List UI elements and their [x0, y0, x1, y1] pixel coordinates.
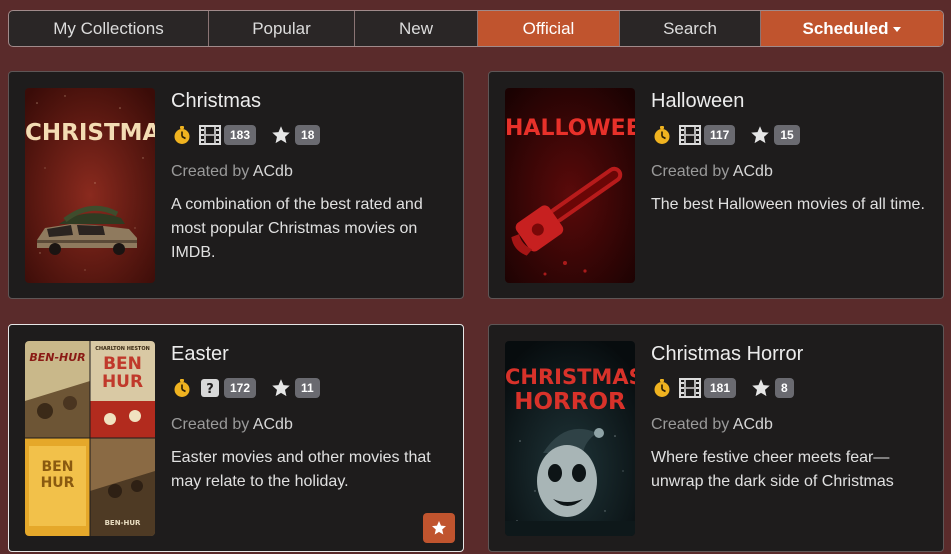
creator-name[interactable]: ACdb	[253, 416, 293, 433]
collection-stats: 117 15	[651, 123, 929, 147]
star-icon[interactable]	[750, 377, 772, 399]
film-icon[interactable]	[679, 124, 701, 146]
created-by: Created by ACdb	[651, 416, 773, 433]
collection-title[interactable]: Easter	[171, 341, 449, 367]
collection-tabs: My Collections Popular New Official Sear…	[8, 10, 944, 47]
film-icon[interactable]	[199, 124, 221, 146]
movie-count-badge: 172	[224, 378, 257, 398]
collection-description: Where festive cheer meets fear—unwrap th…	[651, 449, 894, 490]
poster-halloween[interactable]: HALLOWEEN	[505, 88, 635, 283]
poster-easter-title-bl: BEN HUR	[40, 459, 75, 491]
creator-name[interactable]: ACdb	[733, 163, 773, 180]
caret-down-icon	[893, 27, 902, 32]
poster-christmas-horror-title-2: HORROR	[514, 389, 626, 415]
question-icon[interactable]: ?	[199, 377, 221, 399]
poster-christmas-horror[interactable]: CHRISTMAS HORROR	[505, 341, 635, 536]
collection-card-christmas-horror[interactable]: CHRISTMAS HORROR Christmas Horror 181 8 …	[488, 324, 944, 552]
collection-stats: 183 18	[171, 123, 449, 147]
star-icon[interactable]	[270, 124, 292, 146]
star-icon	[432, 521, 446, 535]
poster-easter[interactable]: BEN-HUR CHARLTON HESTON BEN HUR BEN HUR …	[25, 341, 155, 536]
poster-halloween-title: HALLOWEEN	[505, 116, 635, 141]
collection-card-halloween[interactable]: HALLOWEEN Halloween 117 15 Created by AC…	[488, 71, 944, 299]
stopwatch-icon[interactable]	[171, 377, 193, 399]
favorite-button[interactable]	[423, 513, 455, 543]
poster-christmas-horror-title-1: CHRISTMAS	[505, 365, 635, 389]
star-count-badge: 11	[295, 378, 320, 398]
collection-description: The best Halloween movies of all time.	[651, 196, 925, 213]
tab-scheduled-label: Scheduled	[802, 18, 889, 38]
poster-easter-title-tl: BEN-HUR	[29, 351, 86, 364]
poster-easter-title-br: BEN-HUR	[104, 519, 141, 527]
stopwatch-icon[interactable]	[651, 124, 673, 146]
collection-stats: 181 8	[651, 376, 929, 400]
star-count-badge: 15	[774, 125, 800, 145]
star-icon[interactable]	[749, 124, 771, 146]
poster-easter-credit: CHARLTON HESTON	[95, 346, 150, 352]
creator-name[interactable]: ACdb	[733, 416, 773, 433]
movie-count-badge: 181	[704, 378, 737, 398]
movie-count-badge: 117	[704, 125, 736, 145]
movie-count-badge: 183	[224, 125, 257, 145]
tab-scheduled-dropdown[interactable]: Scheduled	[761, 11, 943, 46]
tab-popular[interactable]: Popular	[209, 11, 355, 46]
tab-official[interactable]: Official	[478, 11, 620, 46]
star-icon[interactable]	[270, 377, 292, 399]
poster-easter-title-tr: BEN HUR	[101, 354, 144, 392]
creator-name[interactable]: ACdb	[253, 163, 293, 180]
collection-card-christmas[interactable]: CHRISTMAS Christmas 183 18 Created by AC…	[8, 71, 464, 299]
created-by: Created by ACdb	[171, 416, 293, 433]
tab-new[interactable]: New	[355, 11, 478, 46]
poster-christmas-title: CHRISTMAS	[25, 120, 155, 146]
stopwatch-icon[interactable]	[651, 377, 673, 399]
svg-text:?: ?	[206, 382, 214, 397]
collection-description: A combination of the best rated and most…	[171, 196, 423, 261]
collection-card-easter[interactable]: BEN-HUR CHARLTON HESTON BEN HUR BEN HUR …	[8, 324, 464, 552]
film-icon[interactable]	[679, 377, 701, 399]
created-by: Created by ACdb	[171, 163, 293, 180]
collection-title[interactable]: Christmas	[171, 88, 449, 114]
poster-christmas-art	[25, 88, 155, 283]
tab-my-collections[interactable]: My Collections	[9, 11, 209, 46]
collection-description: Easter movies and other movies that may …	[171, 449, 431, 490]
collection-stats: ? 172 11	[171, 376, 449, 400]
stopwatch-icon[interactable]	[171, 124, 193, 146]
collection-title[interactable]: Halloween	[651, 88, 929, 114]
created-by: Created by ACdb	[651, 163, 773, 180]
star-count-badge: 8	[775, 378, 794, 398]
poster-christmas[interactable]: CHRISTMAS	[25, 88, 155, 283]
tab-search[interactable]: Search	[620, 11, 761, 46]
star-count-badge: 18	[295, 125, 321, 145]
collection-title[interactable]: Christmas Horror	[651, 341, 929, 367]
